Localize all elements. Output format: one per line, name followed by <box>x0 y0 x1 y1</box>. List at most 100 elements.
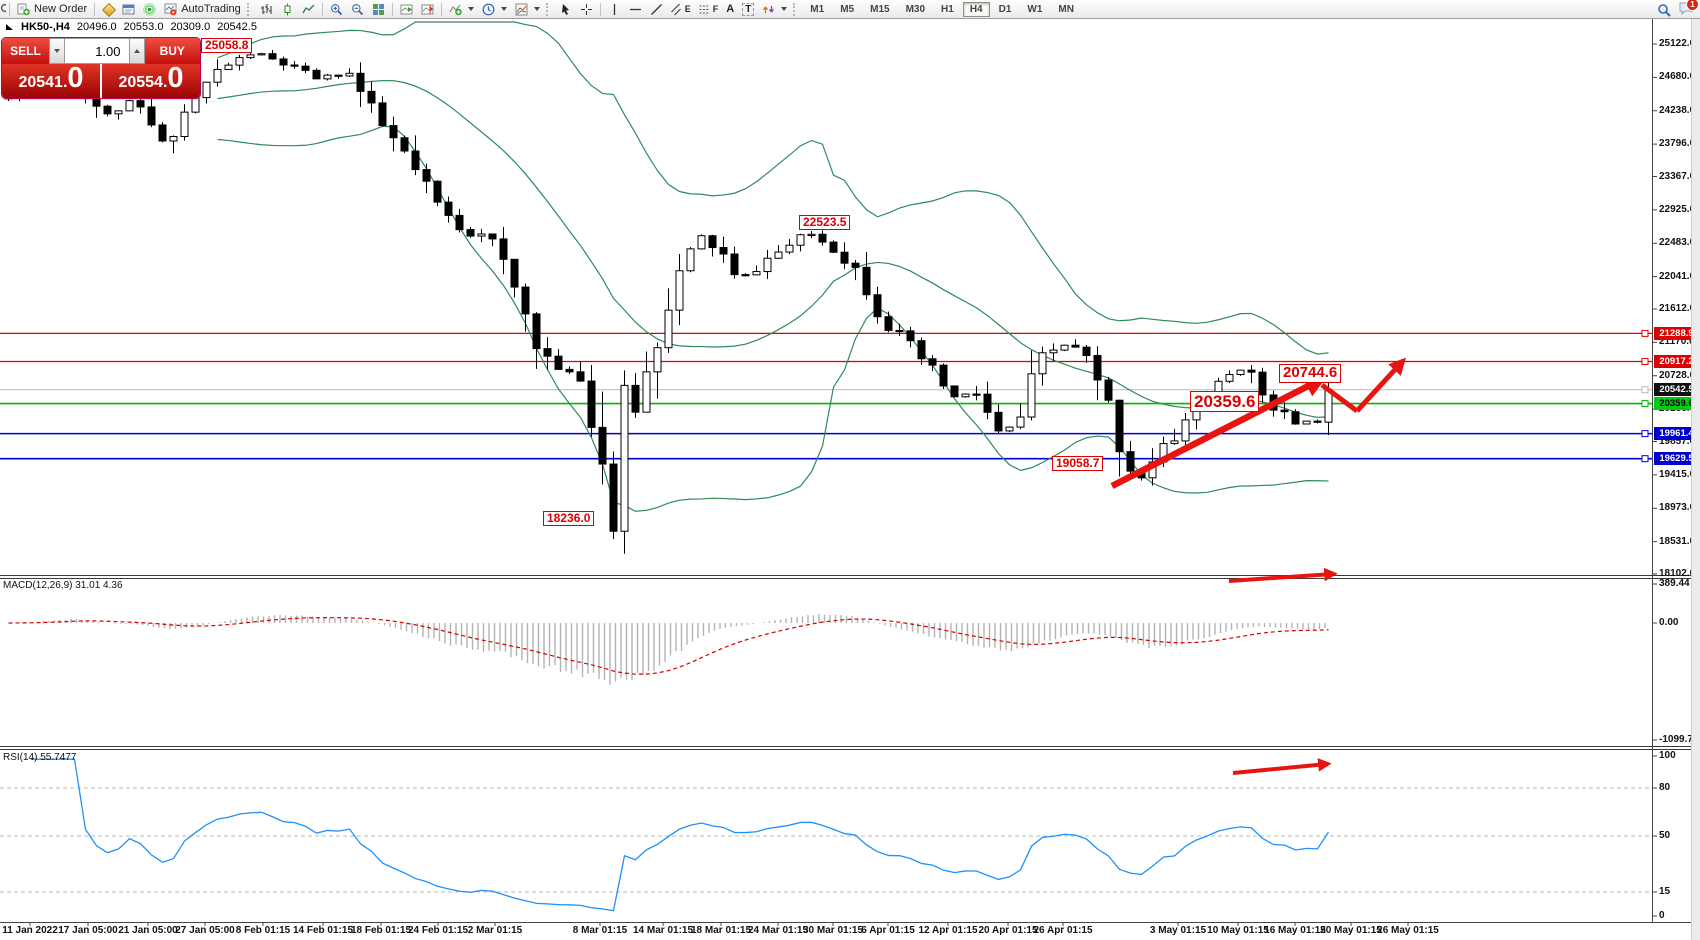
rsi-tick-50: 50 <box>1659 830 1670 841</box>
buy-price[interactable]: 20554.0 <box>102 64 200 98</box>
text-tool-button[interactable]: A <box>722 1 738 17</box>
autotrading-button[interactable]: AutoTrading <box>160 1 245 17</box>
window-scrollbar[interactable] <box>1691 18 1700 940</box>
candle <box>324 74 331 81</box>
candle <box>1050 343 1057 361</box>
candle <box>1270 391 1277 417</box>
main-toolbar: New Order AutoTrading <box>0 0 1700 19</box>
trendline-tool-button[interactable] <box>646 1 667 17</box>
signals-button[interactable] <box>139 1 160 17</box>
candlestick-icon <box>281 3 294 16</box>
time-label: 8 Feb 01:15 <box>236 925 290 936</box>
channel-tool-button[interactable]: E <box>667 1 695 17</box>
line-handle <box>1642 401 1648 407</box>
text-label-tool-button[interactable]: T <box>738 1 758 17</box>
fibonacci-tool-button[interactable]: F <box>695 1 723 17</box>
one-click-toggle-icon[interactable] <box>6 24 13 30</box>
candle <box>115 110 122 119</box>
bollinger-upper <box>218 22 1329 354</box>
tf-M15[interactable]: M15 <box>863 2 896 17</box>
buy-button[interactable]: BUY <box>145 38 201 64</box>
trend-up-arrow <box>1112 380 1320 486</box>
chart-shift-button[interactable] <box>417 1 438 17</box>
time-label: 14 Feb 01:15 <box>293 925 353 936</box>
candle <box>731 246 738 278</box>
candle <box>1281 402 1288 419</box>
zoom-in-button[interactable] <box>326 1 347 17</box>
candle <box>742 273 749 276</box>
arrows-tool-button[interactable] <box>758 1 791 17</box>
tf-M5[interactable]: M5 <box>833 2 861 17</box>
candle <box>313 68 320 79</box>
candle <box>775 245 782 259</box>
candle <box>335 75 342 79</box>
candle <box>962 393 969 397</box>
bar-chart-button[interactable] <box>256 1 277 17</box>
tf-M30[interactable]: M30 <box>899 2 932 17</box>
clipped-icon[interactable] <box>0 1 6 17</box>
chart-title-bar: HK50-,H4 20496.0 20553.0 20309.0 20542.5 <box>6 21 257 33</box>
candle <box>291 61 298 69</box>
toolbar-separator <box>600 3 601 16</box>
candle <box>1182 413 1189 451</box>
periods-button[interactable] <box>478 1 511 17</box>
candle <box>1061 345 1068 352</box>
time-label: 2 Mar 01:15 <box>468 925 522 936</box>
horizontal-line-tool-button[interactable] <box>625 1 646 17</box>
new-order-button[interactable]: New Order <box>13 1 91 17</box>
candle <box>1237 370 1244 376</box>
notifications-button[interactable]: 1 <box>1678 1 1694 19</box>
templates-button[interactable] <box>511 1 544 17</box>
sell-button[interactable]: SELL <box>2 38 49 64</box>
tile-windows-button[interactable] <box>368 1 389 17</box>
volume-increase-button[interactable] <box>129 38 145 64</box>
sell-price[interactable]: 20541.0 <box>2 64 100 98</box>
candle <box>907 327 914 348</box>
macd-indicator <box>5 614 1329 685</box>
tf-M1[interactable]: M1 <box>803 2 831 17</box>
fibonacci-icon <box>699 3 709 16</box>
tf-W1[interactable]: W1 <box>1020 2 1049 17</box>
candle <box>808 231 815 238</box>
tf-MN[interactable]: MN <box>1051 2 1081 17</box>
crosshair-tool-button[interactable] <box>576 1 597 17</box>
candle <box>126 100 133 112</box>
fibonacci-glyph: F <box>713 4 719 14</box>
candle <box>973 386 980 400</box>
candle <box>1094 346 1101 400</box>
candlestick-chart-button[interactable] <box>277 1 298 17</box>
horizontal-level-lines[interactable] <box>0 330 1652 461</box>
bollinger-lower <box>218 126 1329 511</box>
marketwatch-button[interactable] <box>98 1 118 17</box>
time-label: 20 Apr 01:15 <box>978 925 1037 936</box>
vertical-line-tool-button[interactable] <box>604 1 625 17</box>
line-chart-button[interactable] <box>298 1 319 17</box>
axes-and-separators <box>0 18 1692 926</box>
tf-D1[interactable]: D1 <box>992 2 1019 17</box>
candle <box>203 82 210 104</box>
tf-H4[interactable]: H4 <box>963 2 990 17</box>
chart-canvas[interactable] <box>0 0 1700 940</box>
candle <box>181 104 188 140</box>
zoom-out-button[interactable] <box>347 1 368 17</box>
buy-price-big-digit: 0 <box>167 65 183 91</box>
price-tick-19857.0: 19857.0 <box>1659 436 1695 447</box>
trend-arrow-annotations[interactable] <box>1112 362 1402 773</box>
search-icon[interactable] <box>1657 3 1672 18</box>
tile-windows-icon <box>372 3 385 16</box>
volume-input[interactable]: 1.00 <box>65 38 129 64</box>
auto-scroll-button[interactable] <box>396 1 417 17</box>
candle <box>764 250 771 279</box>
candle <box>423 164 430 193</box>
tf-H1[interactable]: H1 <box>934 2 961 17</box>
data-window-button[interactable] <box>118 1 139 17</box>
volume-decrease-button[interactable] <box>49 38 65 64</box>
price-tick-21612.0: 21612.0 <box>1659 303 1695 314</box>
candle <box>577 362 584 382</box>
candle <box>269 50 276 60</box>
time-label: 18 Mar 01:15 <box>691 925 751 936</box>
ohlc-open: 20496.0 <box>77 21 117 33</box>
cursor-tool-button[interactable] <box>555 1 576 17</box>
candle <box>1171 429 1178 445</box>
indicators-button[interactable] <box>445 1 478 17</box>
